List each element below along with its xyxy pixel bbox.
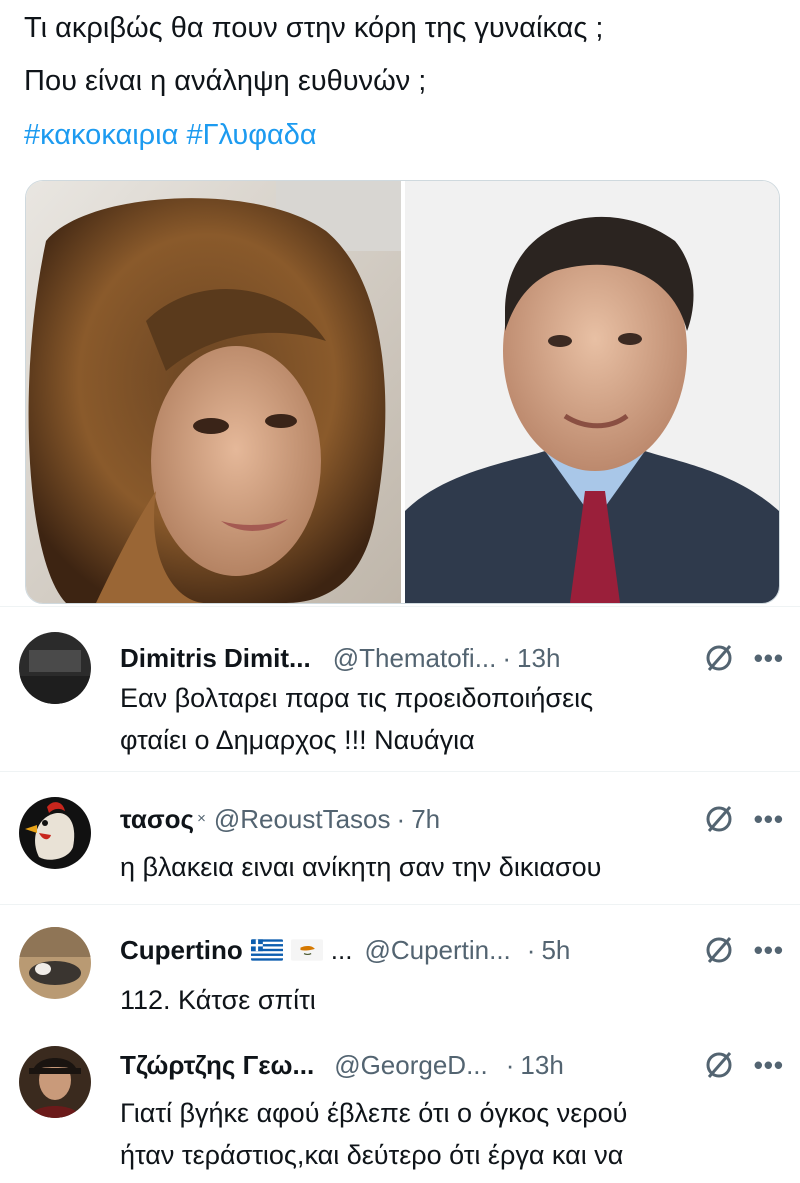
separator-dot: · <box>502 643 512 673</box>
reply-text-line: Γιατί βγήκε αφού έβλεπε ότι ο όγκος νερο… <box>120 1098 628 1128</box>
greece-flag-icon <box>250 939 283 961</box>
hashtag-link[interactable]: #Γλυφαδα <box>186 119 316 151</box>
more-options-icon[interactable]: ••• <box>754 804 784 834</box>
reply-author-name[interactable]: τασος <box>120 804 194 834</box>
reply-handle[interactable]: @ReoustTasos <box>214 804 391 834</box>
reply-text-line: ήταν τεράστιος,και δεύτερο ότι έργα και … <box>120 1140 624 1170</box>
reply-time[interactable]: 13h <box>517 643 560 673</box>
avatar[interactable] <box>19 797 91 869</box>
reply-text: Εαν βολταρει παρα τις προειδοποιήσεις φτ… <box>120 677 780 761</box>
avatar[interactable] <box>19 927 91 999</box>
reply-header: Τζώρτζης Γεω... @GeorgeD... · 13h ••• <box>120 1050 784 1080</box>
separator-dot: · <box>526 935 536 965</box>
reply-text-line: φταίει ο Δημαρχος !!! Ναυάγια <box>120 725 475 755</box>
reply-item: τασος × @ReoustTasos · 7h ••• η βλακεια … <box>0 771 800 905</box>
badge-x: × <box>197 810 206 827</box>
more-options-icon[interactable]: ••• <box>754 1050 784 1080</box>
reply-text: 112. Κάτσε σπίτι <box>120 979 780 1021</box>
reply-header: τασος × @ReoustTasos · 7h ••• <box>120 804 784 834</box>
reply-text-line: Εαν βολταρει παρα τις προειδοποιήσεις <box>120 683 594 713</box>
reply-time[interactable]: 5h <box>541 935 570 965</box>
reply-header: Cupertino ... @Cupertin... · 5h ••• <box>120 935 784 965</box>
reply-handle[interactable]: @GeorgeD... <box>334 1050 488 1080</box>
more-options-icon[interactable]: ••• <box>754 935 784 965</box>
photo-man[interactable] <box>405 181 779 603</box>
reply-item: Dimitris Dimit... @Thematofi... · 13h ••… <box>0 606 800 772</box>
name-ellipsis: ... <box>330 935 353 965</box>
reply-handle[interactable]: @Thematofi... <box>333 643 497 673</box>
reply-text-line: η βλακεια ειναι ανίκητη σαν την δικιασου <box>120 852 602 882</box>
reply-author-name[interactable]: Cupertino <box>120 935 243 965</box>
grok-icon[interactable] <box>704 643 734 673</box>
reply-time[interactable]: 13h <box>520 1050 563 1080</box>
media-grid <box>25 180 780 604</box>
reply-item: Τζώρτζης Γεω... @GeorgeD... · 13h ••• Γι… <box>0 1032 800 1183</box>
reply-time[interactable]: 7h <box>411 804 440 834</box>
tweet-line-1: Τι ακριβώς θα πουν στην κόρη της γυναίκα… <box>24 12 604 44</box>
more-options-icon[interactable]: ••• <box>754 643 784 673</box>
separator-dot: · <box>396 804 406 834</box>
grok-icon[interactable] <box>704 804 734 834</box>
reply-text: Γιατί βγήκε αφού έβλεπε ότι ο όγκος νερο… <box>120 1092 780 1176</box>
tweet-line-2: Που είναι η ανάληψη ευθυνών ; <box>24 65 427 97</box>
separator-dot: · <box>505 1050 515 1080</box>
reply-author-name[interactable]: Dimitris Dimit... <box>120 643 311 673</box>
reply-handle[interactable]: @Cupertin... <box>364 935 510 965</box>
reply-header: Dimitris Dimit... @Thematofi... · 13h ••… <box>120 643 784 673</box>
reply-item: Cupertino ... @Cupertin... · 5h ••• 112.… <box>0 904 800 1033</box>
hashtags: #κακοκαιρια #Γλυφαδα <box>24 116 317 154</box>
reply-author-name[interactable]: Τζώρτζης Γεω... <box>120 1050 314 1080</box>
avatar[interactable] <box>19 632 91 704</box>
reply-text: η βλακεια ειναι ανίκητη σαν την δικιασου <box>120 846 780 888</box>
reply-text-line: 112. Κάτσε σπίτι <box>120 985 316 1015</box>
cyprus-flag-icon <box>290 939 323 961</box>
hashtag-link[interactable]: #κακοκαιρια <box>24 119 178 151</box>
photo-woman[interactable] <box>26 181 405 603</box>
grok-icon[interactable] <box>704 1050 734 1080</box>
avatar[interactable] <box>19 1046 91 1118</box>
grok-icon[interactable] <box>704 935 734 965</box>
